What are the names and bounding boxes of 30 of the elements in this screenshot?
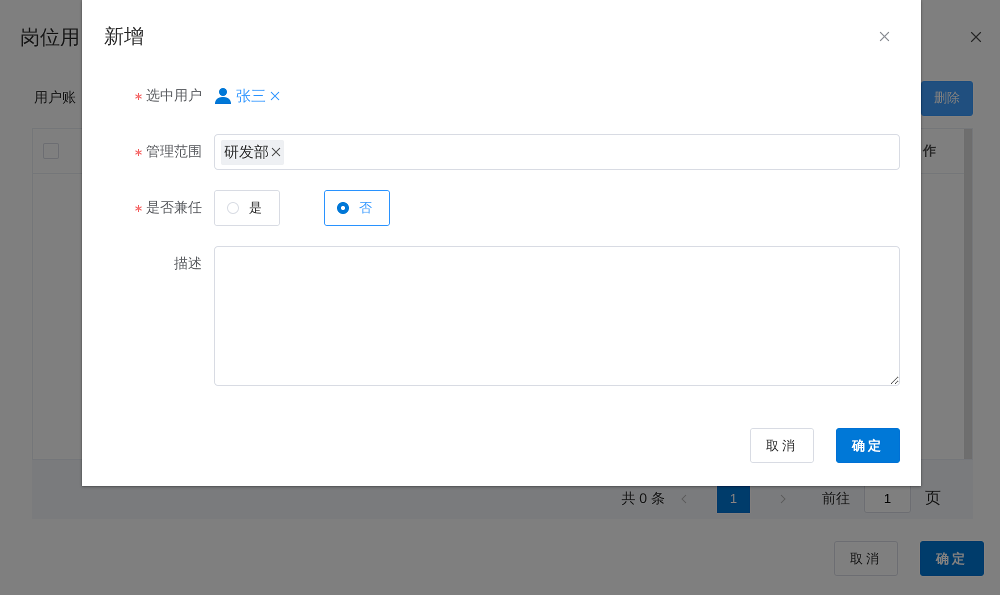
confirm-button[interactable]: 确定 (836, 428, 900, 463)
cancel-button[interactable]: 取消 (834, 541, 898, 576)
close-icon[interactable] (879, 30, 890, 42)
field-label: 描述 (174, 255, 202, 273)
column-header: 作 (923, 142, 936, 160)
radio-option[interactable]: 否 (324, 190, 390, 226)
prev-page-icon[interactable] (679, 494, 689, 504)
cancel-button[interactable]: 取消 (750, 428, 814, 463)
user-icon (214, 87, 232, 105)
page-title: 岗位用 (20, 26, 80, 50)
page-number[interactable]: 1 (717, 484, 750, 513)
field-label: 选中用户 (146, 87, 202, 105)
remove-icon[interactable] (270, 91, 280, 101)
page-suffix: 页 (925, 489, 941, 509)
field-label: 是否兼任 (146, 199, 202, 217)
next-page-icon[interactable] (778, 494, 788, 504)
goto-label: 前往 (822, 490, 850, 508)
scope-select[interactable]: 研发部 (214, 134, 900, 170)
total-count: 共 0 条 (621, 490, 665, 508)
radio-option[interactable]: 是 (214, 190, 280, 226)
selected-user: 张三 (236, 86, 266, 106)
close-icon[interactable] (970, 31, 982, 43)
description-field[interactable] (214, 246, 900, 386)
dialog-title: 新增 (104, 24, 144, 50)
filter-label: 用户账 (34, 89, 76, 107)
field-label: 管理范围 (146, 143, 202, 161)
remove-icon[interactable] (271, 147, 281, 157)
page-input[interactable]: 1 (864, 484, 911, 513)
confirm-button[interactable]: 确定 (920, 541, 984, 576)
tag-label: 研发部 (224, 142, 269, 162)
